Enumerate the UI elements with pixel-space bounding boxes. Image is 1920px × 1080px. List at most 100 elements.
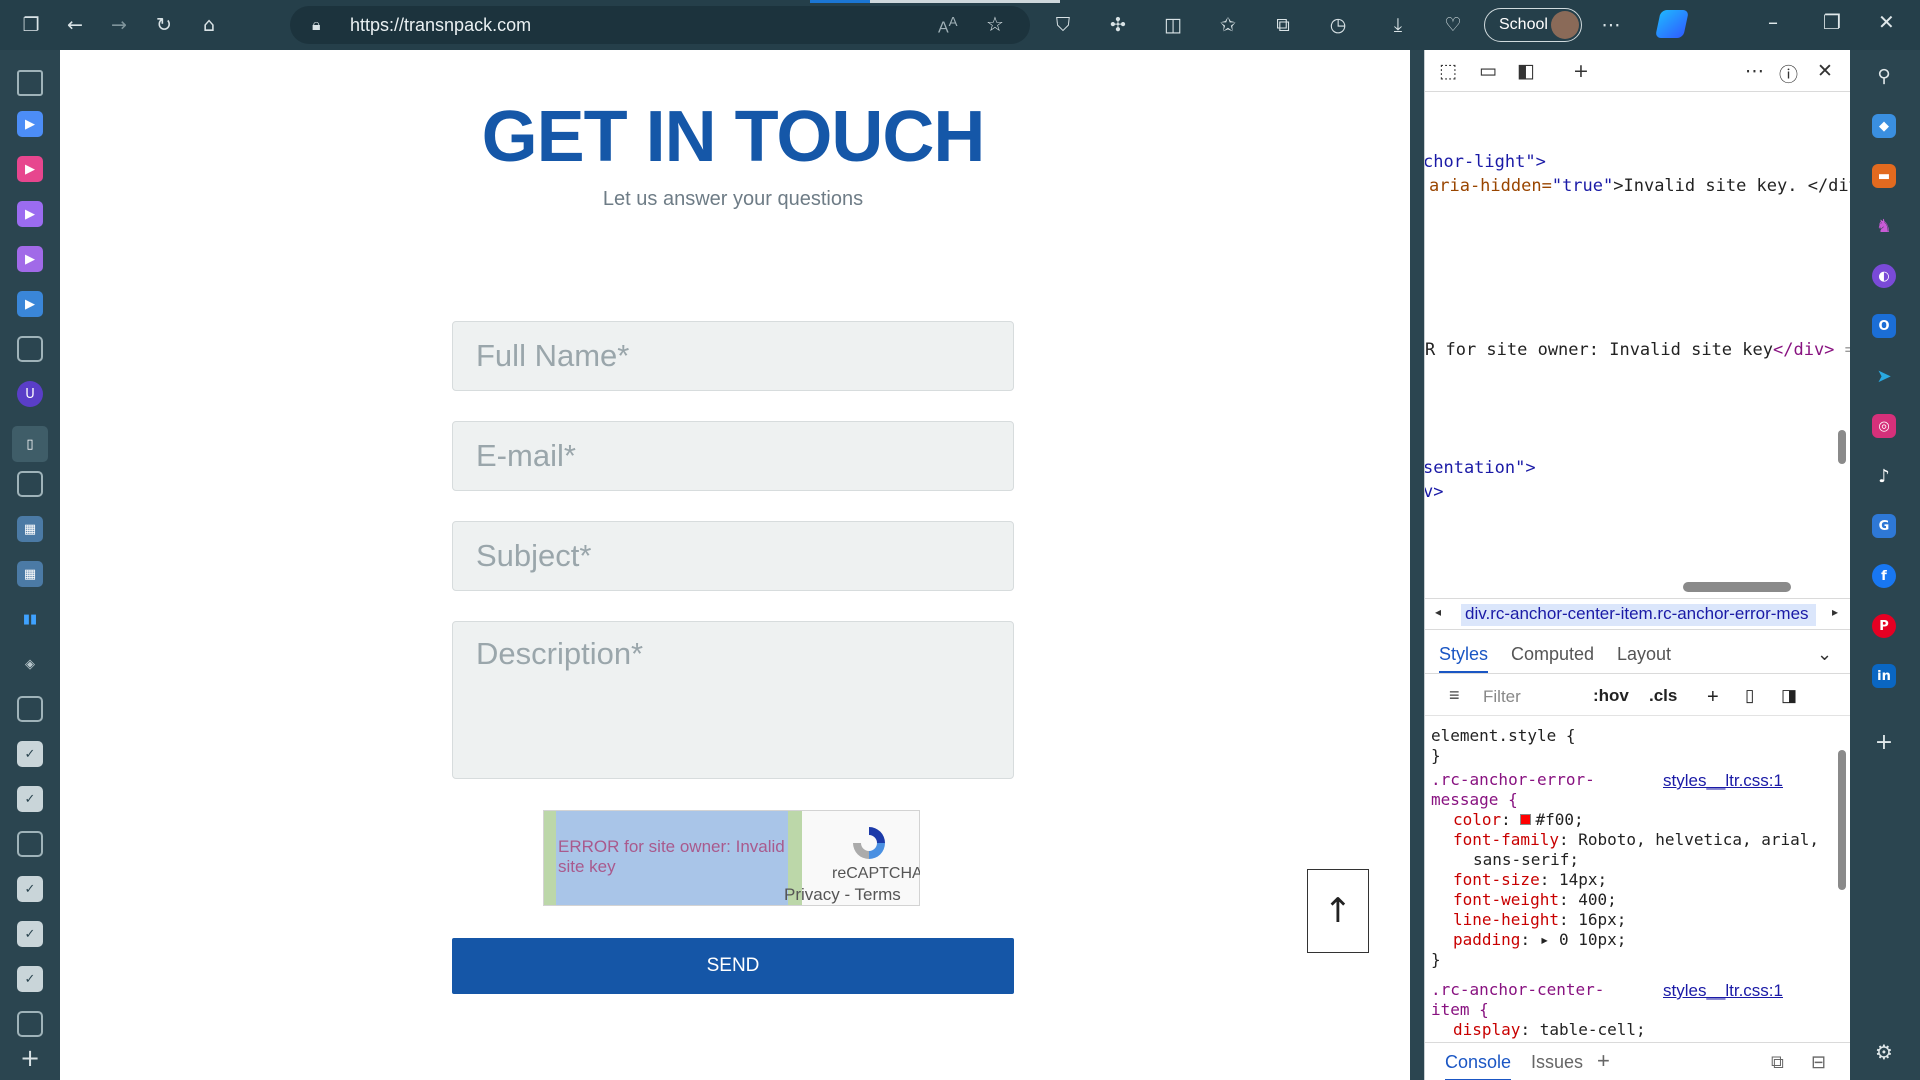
html-line-selected[interactable]: R for site owner: Invalid site key</div>… (1425, 340, 1850, 360)
history-icon[interactable]: ◷ (1325, 12, 1351, 38)
send-button[interactable]: SEND (452, 938, 1014, 994)
styles-scrollbar-thumb[interactable] (1838, 750, 1846, 890)
pinterest-icon[interactable]: P (1872, 614, 1896, 638)
tab-check-icon[interactable]: ✓ (17, 921, 43, 947)
tab-play-icon[interactable]: ▶ (17, 291, 43, 317)
tab-check-icon[interactable]: ✓ (17, 876, 43, 902)
arrow-up-icon[interactable]: ↑ (1307, 869, 1369, 953)
tab-issues[interactable]: Issues (1531, 1052, 1583, 1073)
settings-gear-icon[interactable]: ⚙ (1872, 1040, 1896, 1064)
elements-scrollbar[interactable] (1835, 92, 1849, 562)
html-line[interactable]: chor-light"> (1425, 152, 1546, 172)
tab-play-icon[interactable]: ▶ (17, 156, 43, 182)
tab-console[interactable]: Console (1445, 1052, 1512, 1080)
maximize-icon[interactable]: ❐ (1823, 10, 1841, 34)
rule-selector[interactable]: message { (1431, 790, 1518, 809)
new-tab-plus-icon[interactable]: + (17, 1044, 43, 1072)
elements-hscrollbar[interactable] (1425, 578, 1835, 596)
tab-image-icon[interactable]: ▦ (17, 516, 43, 542)
search-icon[interactable]: ⚲ (1872, 64, 1896, 88)
devtools-close-icon[interactable]: ✕ (1817, 60, 1833, 82)
home-icon[interactable]: ⌂ (196, 12, 222, 38)
split-screen-icon[interactable]: ◫ (1160, 12, 1186, 38)
tab-play-icon[interactable]: ▶ (17, 201, 43, 227)
tab-layout[interactable]: Layout (1617, 644, 1671, 665)
outlook-icon[interactable]: O (1872, 314, 1896, 338)
tab-diamond-icon[interactable]: ◈ (17, 651, 43, 677)
tab-current-icon[interactable]: ▯ (12, 426, 48, 462)
crumb-right-icon[interactable]: ▸ (1832, 605, 1838, 619)
email-field[interactable] (452, 421, 1014, 491)
read-aloud-icon[interactable]: AA (938, 14, 958, 37)
downloads-icon[interactable]: ⤓ (1385, 12, 1411, 38)
cls-toggle[interactable]: .cls (1649, 686, 1677, 706)
subject-input[interactable] (453, 522, 1013, 590)
tab-play-icon[interactable]: ▶ (17, 246, 43, 272)
tab-styles[interactable]: Styles (1439, 644, 1489, 673)
tab-chart-icon[interactable]: ▮▮ (17, 606, 43, 632)
breadcrumb-item[interactable]: div.rc-anchor-center-item.rc-anchor-erro… (1461, 604, 1816, 626)
lock-icon[interactable]: 🔒︎ (312, 15, 321, 35)
add-sidebar-app-plus-icon[interactable]: + (1872, 730, 1896, 755)
extensions-icon[interactable]: ✣ (1105, 12, 1131, 38)
tab-page-icon[interactable] (17, 696, 43, 722)
description-input[interactable] (453, 622, 1013, 778)
linkedin-icon[interactable]: in (1872, 664, 1896, 688)
recaptcha-terms-link[interactable]: Privacy - Terms (784, 885, 901, 905)
full-name-field[interactable] (452, 321, 1014, 391)
tab-computed[interactable]: Computed (1511, 644, 1594, 665)
microsoft-365-icon[interactable]: ◐ (1872, 264, 1896, 288)
rule-selector[interactable]: item { (1431, 1000, 1489, 1019)
tab-check-icon[interactable]: ✓ (17, 786, 43, 812)
browser-essentials-icon[interactable]: ♡ (1440, 12, 1466, 38)
tiktok-icon[interactable]: ♪ (1872, 464, 1896, 488)
tab-page-icon[interactable] (17, 336, 43, 362)
tab-image-icon[interactable]: ▦ (17, 561, 43, 587)
tab-u-icon[interactable]: U (17, 381, 43, 407)
color-swatch[interactable] (1520, 814, 1532, 825)
sidebar-toggle-icon[interactable]: ◨ (1781, 686, 1797, 706)
telegram-icon[interactable]: ➤ (1872, 364, 1896, 388)
favorites-icon[interactable]: ✩ (1215, 12, 1241, 38)
tab-check-icon[interactable]: ✓ (17, 741, 43, 767)
chevron-down-icon[interactable]: ⌄ (1817, 644, 1832, 665)
tab-page-icon[interactable] (17, 831, 43, 857)
style-prop-line[interactable]: display: table-cell; (1453, 1020, 1646, 1039)
recaptcha-widget[interactable]: ERROR for site owner: Invalid site key r… (543, 810, 920, 906)
tab-play-icon[interactable]: ▶ (17, 111, 43, 137)
new-rule-plus-icon[interactable]: + (1707, 686, 1719, 709)
instagram-icon[interactable]: ◎ (1872, 414, 1896, 438)
subject-field[interactable] (452, 521, 1014, 591)
html-line[interactable]: v> (1425, 482, 1443, 502)
email-input[interactable] (453, 422, 1013, 490)
style-prop-line[interactable]: font-size: 14px; (1453, 870, 1607, 889)
elements-scrollbar-thumb[interactable] (1838, 430, 1846, 464)
html-line[interactable]: aria-hidden="true">Invalid site key. </d… (1429, 176, 1850, 196)
tab-check-icon[interactable]: ✓ (17, 966, 43, 992)
rule-selector[interactable]: .rc-anchor-error- (1431, 770, 1595, 789)
style-prop-line[interactable]: color: #f00; (1453, 810, 1584, 829)
tab-page-icon[interactable] (17, 1011, 43, 1037)
tab-actions-icon[interactable]: ❐ (18, 12, 44, 38)
tab-list-icon[interactable] (17, 70, 43, 96)
close-drawer-icon[interactable]: ⊟ (1811, 1052, 1826, 1073)
forward-icon[interactable]: → (106, 12, 132, 38)
crumb-left-icon[interactable]: ◂ (1435, 605, 1441, 619)
collections-icon[interactable]: ⧉ (1270, 12, 1296, 38)
rule-selector[interactable]: .rc-anchor-center- (1431, 980, 1604, 999)
drawer-add-plus-icon[interactable]: + (1597, 1048, 1610, 1074)
url-text[interactable]: https://transnpack.com (350, 15, 531, 36)
games-icon[interactable]: ♞ (1872, 214, 1896, 238)
style-prop-line[interactable]: font-family: Roboto, helvetica, arial, (1453, 830, 1819, 849)
style-prop-line[interactable]: padding: ▸ 0 10px; (1453, 930, 1626, 949)
close-icon[interactable]: ✕ (1878, 10, 1895, 34)
element-style-rule[interactable]: element.style { (1431, 726, 1576, 745)
more-icon[interactable]: ⋯ (1598, 12, 1624, 38)
shopping-tag-icon[interactable]: ◆ (1872, 114, 1896, 138)
html-line[interactable]: sentation"> (1425, 458, 1536, 478)
copilot-icon[interactable] (1655, 10, 1689, 38)
tools-briefcase-icon[interactable]: ▬ (1872, 164, 1896, 188)
style-prop-line[interactable]: font-weight: 400; (1453, 890, 1617, 909)
devtools-more-icon[interactable]: ⋯ (1745, 60, 1764, 82)
paint-icon[interactable]: ▯ (1745, 686, 1754, 706)
